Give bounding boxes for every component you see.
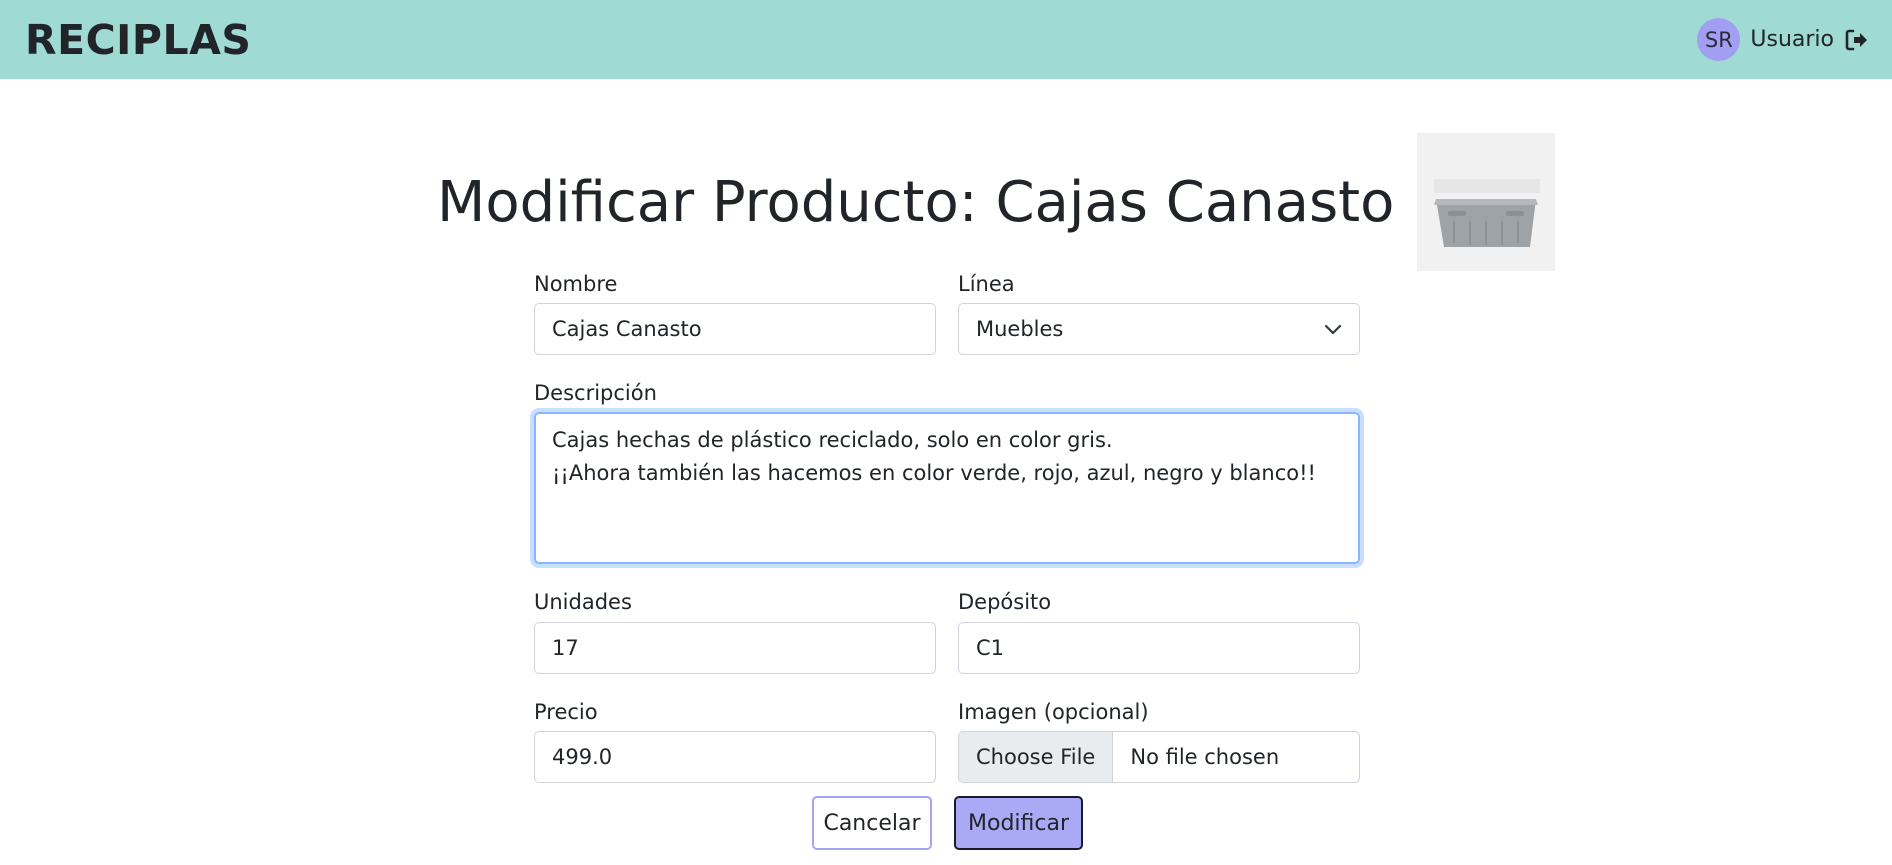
avatar[interactable]: SR: [1697, 18, 1741, 61]
descripcion-label: Descripción: [534, 381, 657, 406]
product-form: Nombre Cajas Canasto Línea Muebles Descr…: [534, 272, 1360, 783]
precio-label: Precio: [534, 699, 598, 724]
deposito-label: Depósito: [958, 590, 1052, 615]
precio-field-group: Precio 499.0: [534, 700, 936, 783]
chevron-down-icon: [1324, 317, 1342, 341]
deposito-field-group: Depósito C1: [958, 590, 1360, 674]
unidades-label: Unidades: [534, 590, 632, 615]
cancel-button[interactable]: Cancelar: [812, 796, 932, 850]
product-image: [1417, 133, 1556, 271]
navbar: RECIPLAS SR Usuario: [0, 0, 1892, 79]
deposito-input[interactable]: C1: [958, 621, 1360, 674]
linea-field-group: Línea Muebles: [958, 272, 1360, 356]
precio-input[interactable]: 499.0: [534, 730, 936, 783]
sign-out-icon[interactable]: [1844, 28, 1868, 52]
linea-selected-value: Muebles: [976, 317, 1064, 342]
page-title: Modificar Producto: Cajas Canasto: [437, 169, 1395, 235]
title-row: Modificar Producto: Cajas Canasto: [437, 133, 1556, 271]
unidades-field-group: Unidades 17: [534, 590, 936, 674]
imagen-field-group: Imagen (opcional) Choose File No file ch…: [958, 700, 1360, 783]
username[interactable]: Usuario: [1750, 27, 1834, 52]
descripcion-textarea[interactable]: Cajas hechas de plástico reciclado, solo…: [534, 412, 1360, 565]
brand-logo[interactable]: RECIPLAS: [25, 16, 251, 64]
user-menu[interactable]: SR Usuario: [1697, 18, 1868, 61]
descripcion-field-group: Descripción Cajas hechas de plástico rec…: [534, 381, 1360, 565]
choose-file-button[interactable]: Choose File: [959, 731, 1114, 782]
file-status-text: No file chosen: [1130, 744, 1280, 769]
nombre-input[interactable]: Cajas Canasto: [534, 303, 936, 356]
imagen-label: Imagen (opcional): [958, 699, 1149, 724]
form-actions: Cancelar Modificar: [0, 796, 1892, 850]
nombre-field-group: Nombre Cajas Canasto: [534, 272, 936, 356]
linea-label: Línea: [958, 272, 1015, 296]
nombre-label: Nombre: [534, 272, 618, 296]
unidades-input[interactable]: 17: [534, 621, 936, 674]
modify-button[interactable]: Modificar: [954, 796, 1083, 850]
imagen-file-input[interactable]: Choose File No file chosen: [958, 730, 1360, 783]
linea-select[interactable]: Muebles: [958, 303, 1360, 356]
